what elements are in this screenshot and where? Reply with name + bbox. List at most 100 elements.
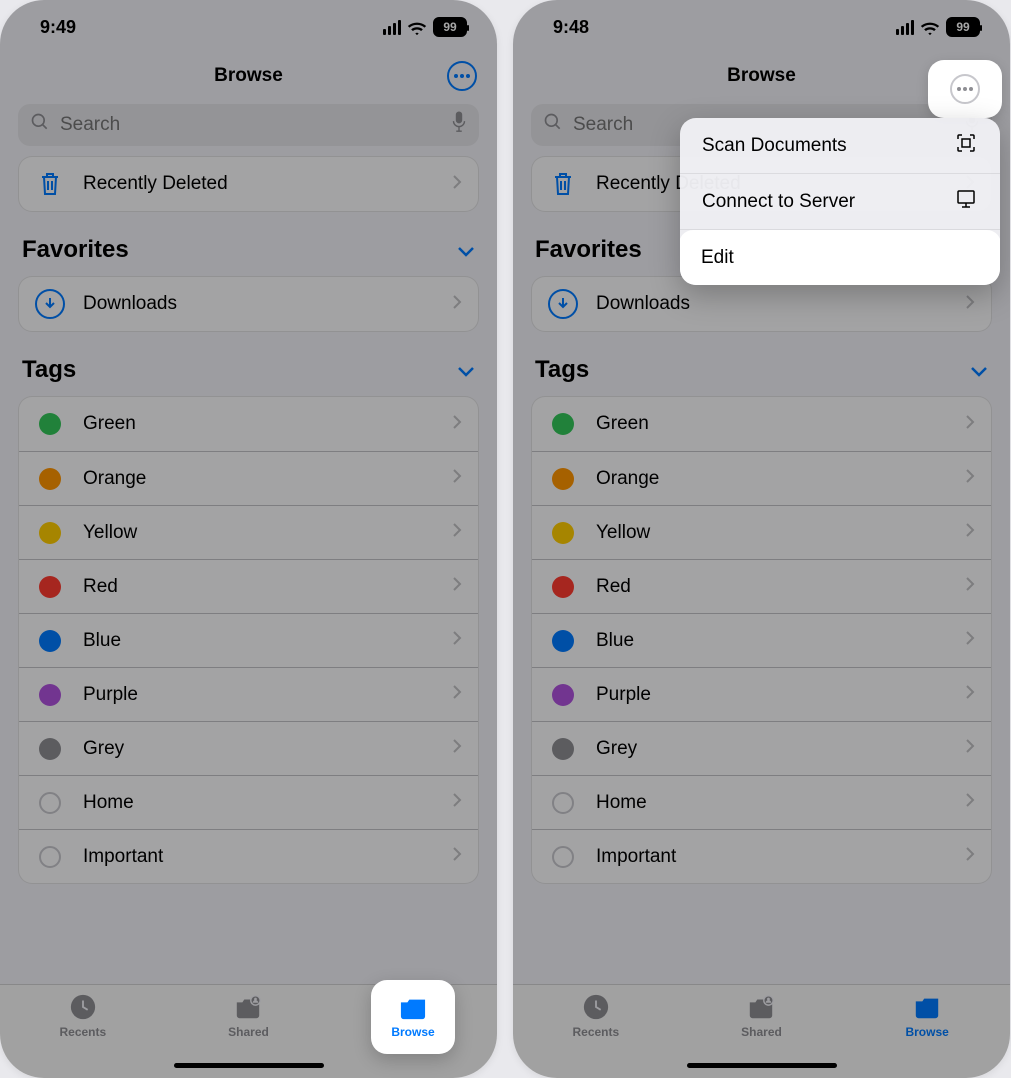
chevron-right-icon — [452, 174, 462, 195]
tag-label: Yellow — [83, 522, 434, 544]
downloads-row[interactable]: Downloads — [532, 277, 991, 331]
tag-dot-icon — [39, 738, 61, 760]
tag-row[interactable]: Yellow — [19, 505, 478, 559]
tag-label: Purple — [596, 684, 947, 706]
tag-label: Home — [596, 792, 947, 814]
chevron-right-icon — [452, 630, 462, 651]
tag-dot-icon — [39, 522, 61, 544]
tag-label: Red — [596, 576, 947, 598]
tag-dot-icon — [552, 630, 574, 652]
tag-label: Orange — [596, 468, 947, 490]
tab-recents[interactable]: Recents — [38, 993, 128, 1078]
more-button[interactable] — [447, 61, 477, 91]
menu-scan-documents[interactable]: Scan Documents — [680, 118, 1000, 174]
recently-deleted-card: Recently Deleted — [18, 156, 479, 212]
chevron-right-icon — [965, 522, 975, 543]
tag-dot-icon — [552, 738, 574, 760]
chevron-right-icon — [965, 414, 975, 435]
favorites-header[interactable]: Favorites — [18, 212, 479, 276]
cellular-icon — [383, 20, 401, 35]
status-bar: 9:48 99 — [513, 0, 1010, 54]
tags-header[interactable]: Tags — [531, 332, 992, 396]
status-icons: 99 — [383, 17, 467, 37]
tag-dot-icon — [39, 630, 61, 652]
chevron-right-icon — [452, 846, 462, 867]
chevron-right-icon — [965, 684, 975, 705]
tab-browse[interactable]: Browse — [882, 993, 972, 1078]
tag-label: Grey — [83, 738, 434, 760]
search-input[interactable] — [58, 113, 443, 137]
tag-row[interactable]: Green — [19, 397, 478, 451]
menu-edit[interactable]: Edit — [680, 230, 1000, 285]
tag-row[interactable]: Green — [532, 397, 991, 451]
tag-label: Purple — [83, 684, 434, 706]
tag-label: Orange — [83, 468, 434, 490]
search-field[interactable] — [18, 104, 479, 146]
chevron-right-icon — [452, 792, 462, 813]
tag-row[interactable]: Blue — [532, 613, 991, 667]
battery-icon: 99 — [946, 17, 980, 37]
tag-label: Green — [596, 413, 947, 435]
tag-dot-icon — [39, 846, 61, 868]
download-icon — [35, 289, 65, 319]
tag-row[interactable]: Important — [19, 829, 478, 883]
nav-title: Browse — [214, 65, 283, 87]
tag-row[interactable]: Important — [532, 829, 991, 883]
tag-row[interactable]: Grey — [532, 721, 991, 775]
tag-row[interactable]: Red — [19, 559, 478, 613]
more-button-highlight[interactable] — [928, 60, 1002, 118]
chevron-down-icon — [457, 356, 475, 384]
tag-label: Important — [83, 846, 434, 868]
download-icon — [548, 289, 578, 319]
tag-row[interactable]: Yellow — [532, 505, 991, 559]
tag-row[interactable]: Blue — [19, 613, 478, 667]
recently-deleted-row[interactable]: Recently Deleted — [19, 157, 478, 211]
nav-bar: Browse — [0, 54, 497, 98]
tag-dot-icon — [552, 576, 574, 598]
downloads-row[interactable]: Downloads — [19, 277, 478, 331]
menu-connect-server[interactable]: Connect to Server — [680, 174, 1000, 230]
home-indicator[interactable] — [174, 1063, 324, 1068]
battery-icon: 99 — [433, 17, 467, 37]
phone-left: 9:49 99 Browse — [0, 0, 497, 1078]
chevron-down-icon — [457, 236, 475, 264]
trash-icon — [548, 169, 578, 199]
tag-label: Yellow — [596, 522, 947, 544]
chevron-right-icon — [452, 414, 462, 435]
tag-row[interactable]: Red — [532, 559, 991, 613]
chevron-right-icon — [965, 294, 975, 315]
tag-row[interactable]: Purple — [19, 667, 478, 721]
cellular-icon — [896, 20, 914, 35]
tag-row[interactable]: Home — [19, 775, 478, 829]
tag-row[interactable]: Orange — [19, 451, 478, 505]
tag-row[interactable]: Home — [532, 775, 991, 829]
home-indicator[interactable] — [687, 1063, 837, 1068]
tag-dot-icon — [39, 792, 61, 814]
tag-row[interactable]: Grey — [19, 721, 478, 775]
chevron-right-icon — [452, 576, 462, 597]
tags-header[interactable]: Tags — [18, 332, 479, 396]
search-icon — [543, 112, 563, 138]
tab-recents[interactable]: Recents — [551, 993, 641, 1078]
wifi-icon — [407, 20, 427, 35]
tag-label: Home — [83, 792, 434, 814]
mic-icon[interactable] — [451, 111, 467, 139]
chevron-right-icon — [965, 630, 975, 651]
tag-dot-icon — [552, 468, 574, 490]
chevron-down-icon — [970, 356, 988, 384]
chevron-right-icon — [452, 684, 462, 705]
chevron-right-icon — [452, 522, 462, 543]
browse-highlight-popup[interactable]: Browse — [371, 980, 455, 1054]
tag-dot-icon — [39, 576, 61, 598]
status-icons: 99 — [896, 17, 980, 37]
trash-icon — [35, 169, 65, 199]
tag-dot-icon — [552, 522, 574, 544]
tag-label: Green — [83, 413, 434, 435]
phone-right: 9:48 99 Browse — [513, 0, 1010, 1078]
tag-row[interactable]: Orange — [532, 451, 991, 505]
tag-row[interactable]: Purple — [532, 667, 991, 721]
tag-dot-icon — [552, 684, 574, 706]
chevron-right-icon — [452, 738, 462, 759]
tag-dot-icon — [39, 468, 61, 490]
tag-label: Grey — [596, 738, 947, 760]
